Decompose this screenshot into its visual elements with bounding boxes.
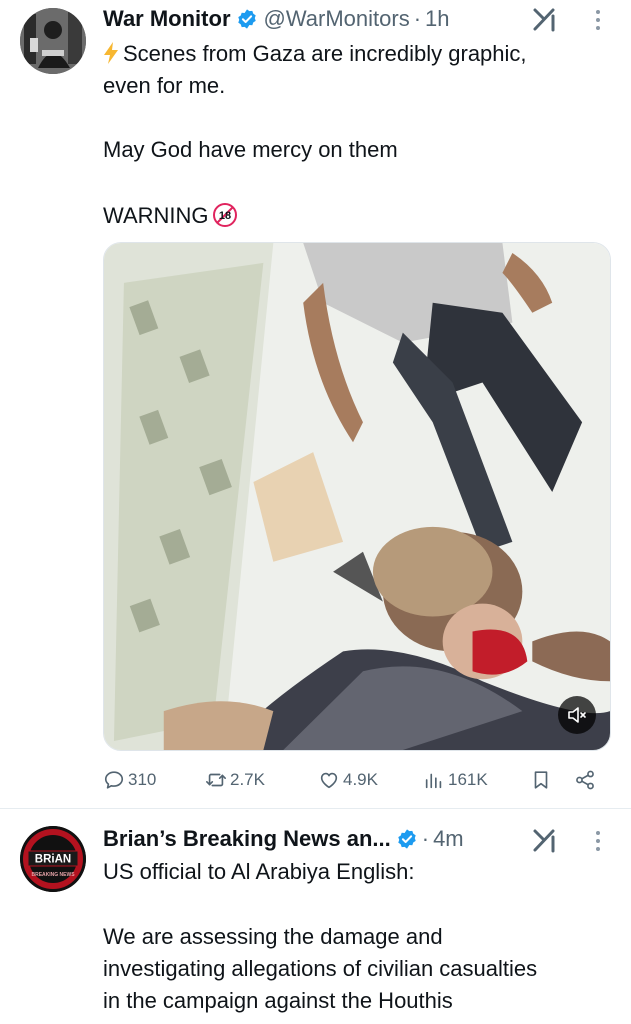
tweet-text-para2-line2: investigating allegations of civilian ca…: [103, 956, 538, 981]
tweet-text-para2-line3: in the campaign against the Houthis: [103, 988, 453, 1013]
warning-label: WARNING: [103, 203, 209, 228]
retweet-button[interactable]: 2.7K: [205, 766, 265, 794]
author-name[interactable]: Brian’s Breaking News an...: [103, 826, 391, 852]
avatar[interactable]: [20, 8, 86, 74]
tweet-time[interactable]: 1h: [425, 6, 449, 32]
tweet-actions: 310 2.7K 4.9K 161K: [103, 766, 603, 794]
avatar[interactable]: BRiAN BREAKING NEWS: [20, 826, 86, 892]
like-count: 4.9K: [343, 770, 378, 789]
bookmark-icon: [534, 771, 548, 789]
tweet-text-line1: Scenes from Gaza are incredibly graphic,: [123, 41, 527, 66]
video-media[interactable]: [103, 242, 611, 751]
tweet-text: Scenes from Gaza are incredibly graphic,…: [103, 38, 613, 102]
author-name[interactable]: War Monitor: [103, 6, 231, 32]
avatar-logo-text: BRiAN: [35, 854, 71, 866]
share-button[interactable]: [574, 766, 599, 794]
views-count: 161K: [448, 770, 488, 789]
share-icon: [576, 770, 594, 790]
mute-button[interactable]: [558, 696, 596, 734]
reply-icon: [104, 771, 124, 789]
retweet-count: 2.7K: [230, 770, 265, 789]
like-button[interactable]: 4.9K: [318, 766, 378, 794]
reply-button[interactable]: 310: [103, 766, 156, 794]
avatar-logo-subtext: BREAKING NEWS: [31, 872, 75, 878]
author-handle[interactable]: @WarMonitors: [264, 6, 410, 32]
video-frame: [104, 243, 610, 750]
eighteen-plus-icon: 18: [212, 203, 237, 227]
views-button[interactable]: 161K: [423, 766, 488, 794]
verified-badge-icon: [398, 829, 416, 849]
tweet-text-line2: even for me.: [103, 73, 226, 98]
more-options-icon[interactable]: [595, 829, 601, 853]
tweet-text-para2: May God have mercy on them: [103, 137, 398, 162]
more-options-icon[interactable]: [595, 8, 601, 32]
reply-count: 310: [128, 770, 157, 789]
grok-icon[interactable]: [532, 827, 558, 853]
bookmark-button[interactable]: [530, 766, 555, 794]
retweet-icon: [206, 773, 226, 787]
tweet-text-para3: WARNING 18: [103, 200, 613, 232]
tweet-text-para2: We are assessing the damage and investig…: [103, 921, 613, 1017]
like-icon: [320, 772, 338, 789]
views-icon: [425, 773, 442, 789]
grok-icon[interactable]: [532, 6, 558, 32]
separator-dot: ·: [413, 6, 422, 31]
eighteen-badge-text: 18: [218, 210, 230, 222]
tweet-text-para2-line1: We are assessing the damage and: [103, 924, 443, 949]
tweet-war-monitor[interactable]: War Monitor @WarMonitors · 1h Scenes fro…: [0, 0, 631, 808]
tweet-time[interactable]: 4m: [433, 826, 464, 852]
tweet-text-line1: US official to Al Arabiya English:: [103, 859, 415, 884]
separator-dot: ·: [421, 826, 430, 851]
tweet-brian-breaking-news[interactable]: BRiAN BREAKING NEWS Brian’s Breaking New…: [0, 808, 631, 1024]
mute-icon: [568, 707, 586, 723]
lightning-icon: [104, 42, 118, 64]
verified-badge-icon: [237, 9, 256, 29]
